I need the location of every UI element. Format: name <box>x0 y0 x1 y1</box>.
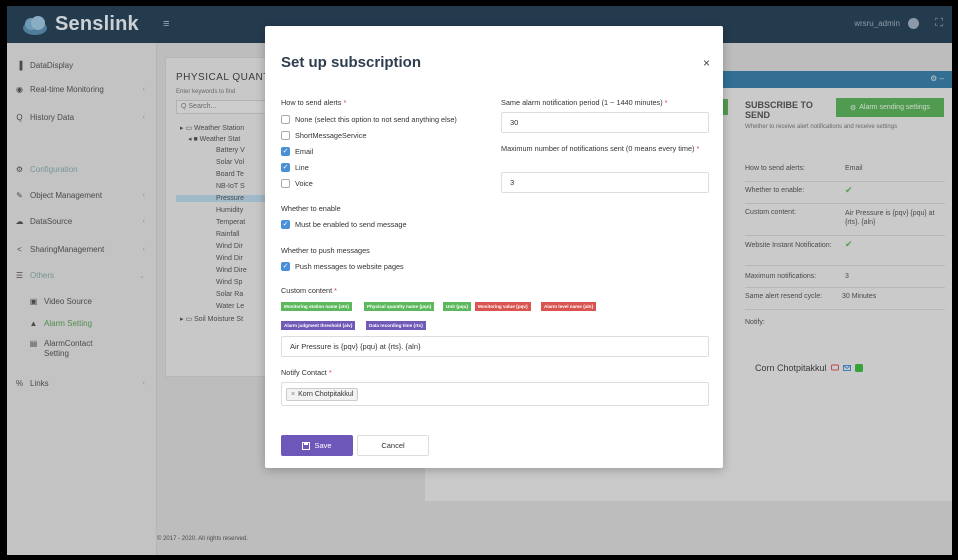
subscription-modal: Set up subscription × How to send alerts… <box>265 26 723 468</box>
custom-content-label: Custom content * <box>281 286 337 295</box>
option-line[interactable]: ✓ Line <box>281 163 309 172</box>
enable-label: Whether to enable <box>281 204 341 213</box>
period-label: Same alarm notification period (1 ~ 1440… <box>501 98 668 107</box>
required-mark: * <box>664 98 668 107</box>
tag-monitoring-value[interactable]: Monitoring value {pqv} <box>475 302 531 311</box>
option-label: None (select this option to not send any… <box>295 115 457 124</box>
option-label: Email <box>295 147 314 156</box>
contact-name: Korn Chotpitakkul <box>298 391 354 398</box>
notify-contact-label: Notify Contact * <box>281 368 332 377</box>
option-label: Push messages to website pages <box>295 262 404 271</box>
checkbox-checked[interactable]: ✓ <box>281 262 290 271</box>
checkbox-checked[interactable]: ✓ <box>281 220 290 229</box>
period-input[interactable]: 30 <box>501 112 709 133</box>
option-label: ShortMessageService <box>295 131 367 140</box>
close-icon[interactable]: × <box>703 56 710 70</box>
save-button[interactable]: Save <box>281 435 353 456</box>
how-to-send-label: How to send alerts * <box>281 98 346 107</box>
required-mark: * <box>328 368 332 377</box>
max-notifications-label: Maximum number of notifications sent (0 … <box>501 144 711 154</box>
option-email[interactable]: ✓ Email <box>281 147 313 156</box>
required-mark: * <box>343 98 347 107</box>
enable-option[interactable]: ✓ Must be enabled to send message <box>281 220 407 229</box>
app-window: Senslink ≡ wrsru_admin ⛶ ▐ DataDisplay ◉… <box>7 6 952 555</box>
option-label: Line <box>295 163 309 172</box>
option-none[interactable]: None (select this option to not send any… <box>281 115 457 124</box>
tag-recording-time[interactable]: Data recording time {rts} <box>366 321 426 330</box>
label-text: Notify Contact <box>281 368 327 377</box>
tag-unit[interactable]: Unit {pqu} <box>443 302 472 311</box>
label-text: Maximum number of notifications sent (0 … <box>501 144 695 153</box>
remove-chip-icon[interactable]: × <box>291 391 295 398</box>
tag-alarm-level[interactable]: Alarm level name {aln} <box>541 302 597 311</box>
option-label: Voice <box>295 179 313 188</box>
floppy-icon <box>302 441 311 450</box>
max-notifications-input[interactable]: 3 <box>501 172 709 193</box>
label-text: How to send alerts <box>281 98 342 107</box>
cancel-button[interactable]: Cancel <box>357 435 429 456</box>
option-label: Must be enabled to send message <box>295 220 407 229</box>
checkbox[interactable] <box>281 131 290 140</box>
tag-station-name[interactable]: Monitoring station name {stn} <box>281 302 353 311</box>
checkbox[interactable] <box>281 115 290 124</box>
tag-alarm-threshold[interactable]: Alarm judgment threshold {alv} <box>281 321 356 330</box>
custom-content-input[interactable]: Air Pressure is {pqv} {pqu} at {rts}. {a… <box>281 336 709 357</box>
push-option[interactable]: ✓ Push messages to website pages <box>281 262 404 271</box>
notify-contact-select[interactable]: × Korn Chotpitakkul <box>281 382 709 406</box>
required-mark: * <box>334 286 337 295</box>
tag-quantity-name[interactable]: Physical quantity name {pqn} <box>364 302 435 311</box>
modal-title: Set up subscription <box>281 54 422 71</box>
required-mark: * <box>696 144 700 153</box>
label-text: Custom content <box>281 286 333 295</box>
label-text: Same alarm notification period (1 ~ 1440… <box>501 98 663 107</box>
option-voice[interactable]: Voice <box>281 179 313 188</box>
checkbox-checked[interactable]: ✓ <box>281 163 290 172</box>
push-label: Whether to push messages <box>281 246 370 255</box>
option-sms[interactable]: ShortMessageService <box>281 131 366 140</box>
button-label: Save <box>314 441 332 450</box>
checkbox-checked[interactable]: ✓ <box>281 147 290 156</box>
contact-chip[interactable]: × Korn Chotpitakkul <box>286 388 359 401</box>
checkbox[interactable] <box>281 179 290 188</box>
